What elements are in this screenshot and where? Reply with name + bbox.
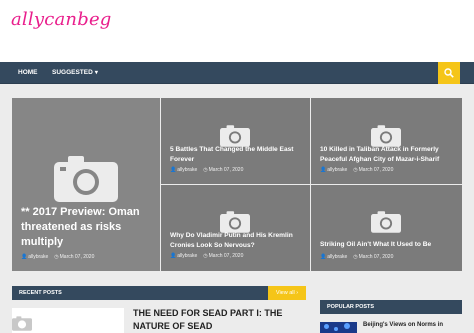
post-date: March 07, 2020 <box>59 254 95 260</box>
post-meta: 👤allybrake ◷March 07, 2020 <box>170 167 243 173</box>
recent-posts-title: RECENT POSTS <box>19 290 62 296</box>
featured-title[interactable]: Striking Oil Ain't What It Used to Be <box>320 240 456 250</box>
author-icon: 👤 <box>170 167 177 173</box>
clock-icon: ◷ <box>353 167 358 173</box>
popular-post-thumbnail[interactable] <box>320 322 357 333</box>
featured-card-4[interactable]: Striking Oil Ain't What It Used to Be 👤a… <box>311 185 462 271</box>
post-author[interactable]: allybrake <box>28 254 48 260</box>
author-icon: 👤 <box>170 253 177 259</box>
camera-icon <box>371 125 401 147</box>
post-author[interactable]: allybrake <box>177 167 197 173</box>
site-header: allycanbeg <box>0 0 474 62</box>
chevron-down-icon: ▾ <box>94 70 98 76</box>
clock-icon: ◷ <box>203 253 208 259</box>
clock-icon: ◷ <box>353 254 358 260</box>
main-nav: HOME SUGGESTED ▾ <box>0 62 474 84</box>
clock-icon: ◷ <box>54 254 59 260</box>
view-all-button[interactable]: View all › <box>268 286 306 300</box>
post-date: March 07, 2020 <box>358 254 394 260</box>
featured-title[interactable]: 5 Battles That Changed the Middle East F… <box>170 145 304 165</box>
post-date: March 07, 2020 <box>208 167 244 173</box>
featured-grid: ** 2017 Preview: Oman threatened as risk… <box>12 98 462 271</box>
featured-card-big[interactable]: ** 2017 Preview: Oman threatened as risk… <box>12 98 160 271</box>
post-meta: 👤allybrake ◷March 07, 2020 <box>320 167 393 173</box>
post-meta: 👤allybrake ◷March 07, 2020 <box>320 254 393 260</box>
camera-icon <box>371 211 401 233</box>
featured-card-1[interactable]: 5 Battles That Changed the Middle East F… <box>161 98 310 184</box>
post-author[interactable]: allybrake <box>327 167 347 173</box>
site-logo[interactable]: allycanbeg <box>11 9 112 30</box>
post-author[interactable]: allybrake <box>327 254 347 260</box>
camera-icon <box>220 211 250 233</box>
featured-card-3[interactable]: Why Do Vladimir Putin and His Kremlin Cr… <box>161 185 310 271</box>
nav-home[interactable]: HOME <box>18 62 38 84</box>
clock-icon: ◷ <box>203 167 208 173</box>
author-icon: 👤 <box>320 167 327 173</box>
post-meta: 👤allybrake ◷March 07, 2020 <box>170 253 243 259</box>
popular-post-title[interactable]: Beijing's Views on Norms in <box>363 321 443 330</box>
nav-suggested-label: SUGGESTED <box>52 69 93 76</box>
featured-title[interactable]: 10 Killed in Taliban Attack in Formerly … <box>320 145 456 165</box>
featured-card-2[interactable]: 10 Killed in Taliban Attack in Formerly … <box>311 98 462 184</box>
camera-icon <box>220 125 250 147</box>
author-icon: 👤 <box>320 254 327 260</box>
post-date: March 07, 2020 <box>358 167 394 173</box>
camera-icon <box>12 316 32 331</box>
featured-title[interactable]: ** 2017 Preview: Oman threatened as risk… <box>21 205 154 250</box>
recent-post-title[interactable]: THE NEED FOR SEAD PART I: THE NATURE OF … <box>133 307 308 333</box>
popular-posts-title: POPULAR POSTS <box>327 304 375 310</box>
camera-icon <box>54 156 118 202</box>
nav-suggested[interactable]: SUGGESTED ▾ <box>52 62 98 84</box>
recent-post-thumbnail[interactable] <box>12 308 124 333</box>
post-meta: 👤allybrake ◷March 07, 2020 <box>21 254 94 260</box>
search-button[interactable] <box>438 62 460 84</box>
recent-posts-header: RECENT POSTS View all › <box>12 286 306 300</box>
author-icon: 👤 <box>21 254 28 260</box>
popular-posts-header: POPULAR POSTS <box>320 300 462 314</box>
post-author[interactable]: allybrake <box>177 253 197 259</box>
post-date: March 07, 2020 <box>208 253 244 259</box>
featured-title[interactable]: Why Do Vladimir Putin and His Kremlin Cr… <box>170 231 304 251</box>
